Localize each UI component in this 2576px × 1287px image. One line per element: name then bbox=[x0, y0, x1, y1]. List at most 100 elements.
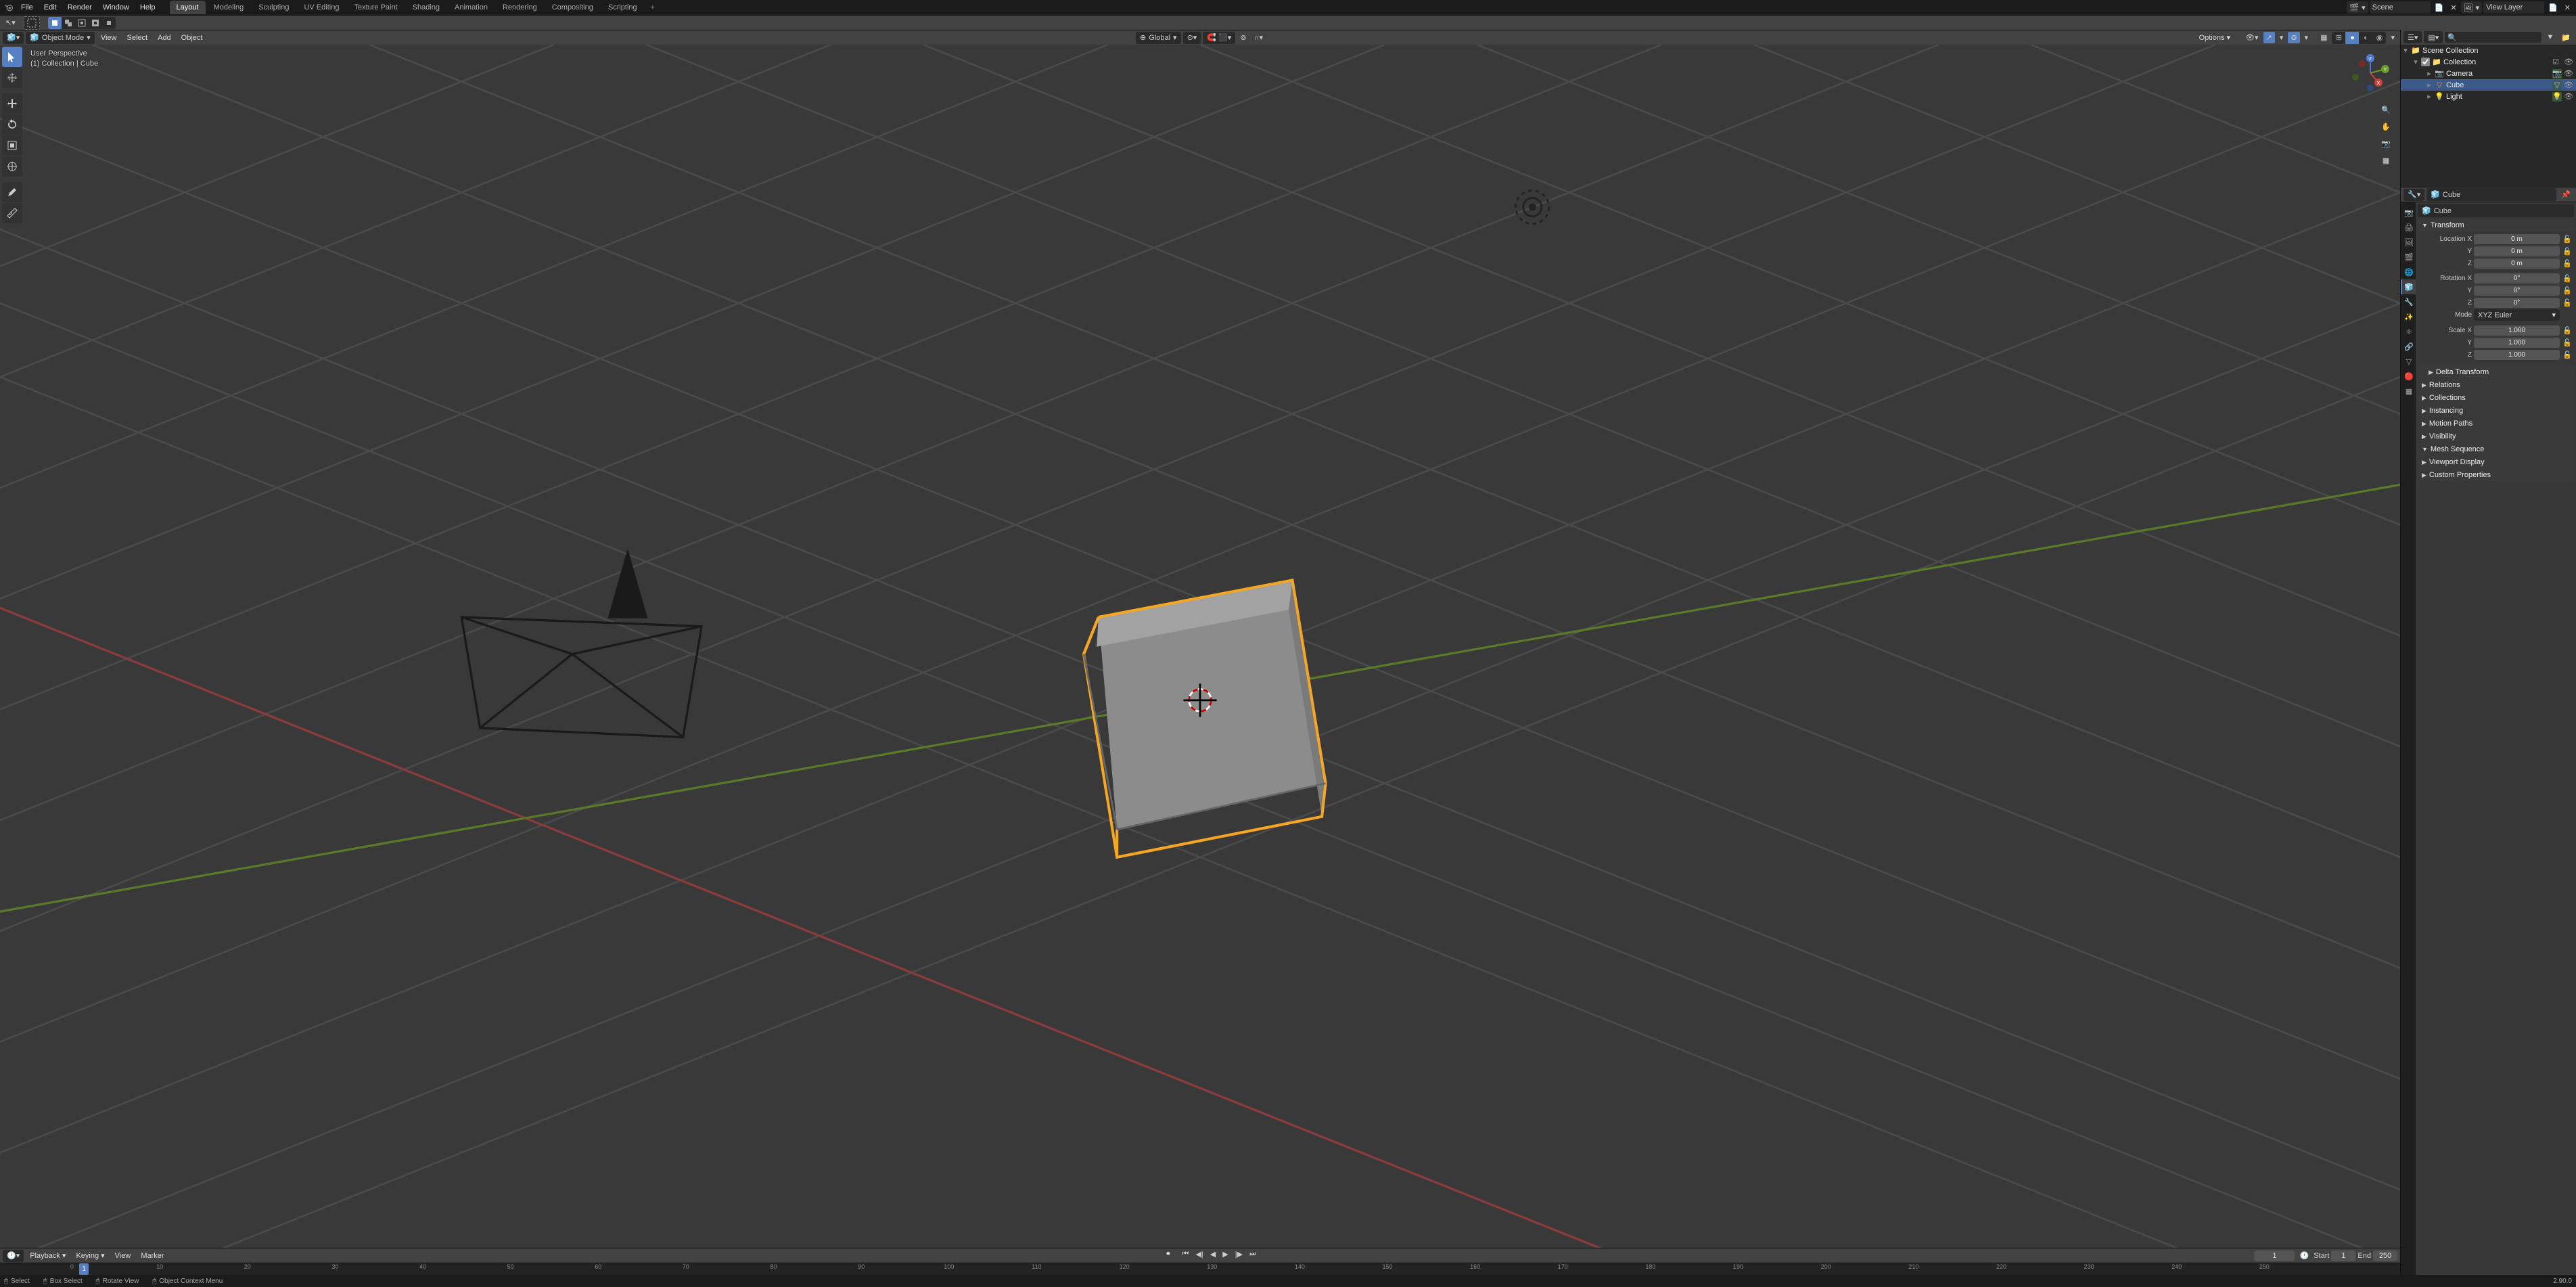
tool-annotate[interactable] bbox=[2, 182, 22, 202]
prop-tab-world[interactable]: 🌐 bbox=[2401, 265, 2416, 279]
nav-pan-button[interactable]: ✋ bbox=[2378, 119, 2393, 134]
viewlayer-name-field[interactable] bbox=[2483, 1, 2544, 14]
shading-wireframe[interactable]: ⊞ bbox=[2332, 32, 2345, 44]
editor-type-dropdown[interactable]: 🧊▾ bbox=[3, 32, 24, 44]
pivot-dropdown[interactable]: ⊙▾ bbox=[1183, 32, 1201, 44]
prop-tab-texture[interactable]: ▦ bbox=[2401, 384, 2416, 399]
hide-toggle[interactable]: 👁 bbox=[2564, 58, 2576, 66]
hide-toggle[interactable]: 👁 bbox=[2564, 81, 2576, 89]
prop-tab-physics[interactable]: ⚛ bbox=[2401, 324, 2416, 339]
hide-toggle[interactable]: 👁 bbox=[2564, 92, 2576, 101]
properties-body[interactable]: 🧊 Cube ▼Transform Location X0 m🔓 Y0 m🔓 Z… bbox=[2416, 202, 2576, 1275]
start-frame-field[interactable]: 1 bbox=[2331, 1250, 2355, 1261]
scale-y-field[interactable]: 1.000 bbox=[2474, 338, 2560, 348]
scene-name-field[interactable] bbox=[2370, 1, 2431, 14]
prop-tab-meshdata[interactable]: ▽ bbox=[2401, 354, 2416, 369]
timeline-editor-dropdown[interactable]: 🕐▾ bbox=[3, 1250, 24, 1262]
shading-dropdown[interactable]: ▾ bbox=[2388, 32, 2397, 43]
outliner-new-collection[interactable]: 📁 bbox=[2558, 32, 2573, 43]
lock-icon[interactable]: 🔓 bbox=[2562, 273, 2573, 284]
collection-enable-checkbox[interactable] bbox=[2421, 58, 2430, 66]
lock-icon[interactable]: 🔓 bbox=[2562, 297, 2573, 308]
scale-x-field[interactable]: 1.000 bbox=[2474, 325, 2560, 336]
viewport-menu-object[interactable]: Object bbox=[177, 32, 207, 44]
mode-dropdown[interactable]: 🧊 Object Mode ▾ bbox=[26, 32, 95, 44]
panel-transform-header[interactable]: ▼Transform bbox=[2418, 219, 2574, 231]
rotation-z-field[interactable]: 0° bbox=[2474, 298, 2560, 308]
scene-dropdown[interactable]: 🎬 ▾ bbox=[2347, 1, 2368, 14]
viewlayer-new-button[interactable]: 📄 bbox=[2546, 2, 2560, 14]
panel-collections[interactable]: ▶Collections bbox=[2418, 392, 2574, 404]
panel-mesh-sequence[interactable]: ▼Mesh Sequence bbox=[2418, 443, 2574, 455]
play-prev-key[interactable]: ◀| bbox=[1193, 1248, 1205, 1260]
prop-tab-render[interactable]: 📷 bbox=[2401, 205, 2416, 220]
scene-delete-button[interactable]: ✕ bbox=[2447, 2, 2459, 14]
tool-cursor-dropdown[interactable]: ↖▾ bbox=[3, 17, 18, 28]
outliner-search[interactable]: 🔍 bbox=[2445, 32, 2542, 43]
play-forward[interactable]: ▶ bbox=[1220, 1248, 1230, 1260]
lock-icon[interactable]: 🔓 bbox=[2562, 325, 2573, 336]
workspace-tab-rendering[interactable]: Rendering bbox=[496, 1, 544, 14]
tool-rotate[interactable] bbox=[2, 114, 22, 135]
outliner-item-cube[interactable]: ▸ ▽ Cube ▽ 👁 bbox=[2401, 79, 2576, 91]
viewlayer-delete-button[interactable]: ✕ bbox=[2562, 2, 2573, 14]
nav-camera-button[interactable]: 📷 bbox=[2378, 136, 2393, 151]
outliner-editor-dropdown[interactable]: ☰▾ bbox=[2404, 31, 2422, 43]
gizmo-toggle[interactable]: ↗ bbox=[2263, 32, 2275, 43]
viewport-menu-add[interactable]: Add bbox=[154, 32, 175, 44]
location-y-field[interactable]: 0 m bbox=[2474, 246, 2560, 256]
lock-icon[interactable]: 🔓 bbox=[2562, 246, 2573, 256]
scene-new-button[interactable]: 📄 bbox=[2432, 2, 2447, 14]
visibility-dropdown[interactable]: 👁▾ bbox=[2242, 32, 2261, 43]
shading-matprev[interactable]: ◐ bbox=[2359, 32, 2372, 44]
nav-zoom-button[interactable]: 🔍 bbox=[2378, 102, 2393, 117]
prop-tab-constraints[interactable]: 🔗 bbox=[2401, 339, 2416, 354]
menu-file[interactable]: File bbox=[16, 1, 38, 14]
current-frame-field[interactable]: 1 bbox=[2254, 1250, 2295, 1261]
lock-icon[interactable]: 🔓 bbox=[2562, 233, 2573, 244]
outliner-filter-button[interactable]: ▼ bbox=[2544, 32, 2556, 43]
orientation-dropdown[interactable]: ⊕ Global ▾ bbox=[1136, 32, 1181, 44]
nav-gizmo[interactable]: Z Y X bbox=[2350, 53, 2391, 93]
select-mode-extend[interactable] bbox=[62, 17, 75, 29]
3d-viewport[interactable]: User Perspective (1) Collection | Cube bbox=[0, 45, 2400, 1248]
tool-transform[interactable] bbox=[2, 156, 22, 177]
end-frame-field[interactable]: 250 bbox=[2373, 1250, 2397, 1261]
outliner-item-camera[interactable]: ▸ 📷 Camera 📷 👁 bbox=[2401, 68, 2576, 79]
proportional-falloff-dropdown[interactable]: ∩▾ bbox=[1251, 32, 1266, 43]
panel-custom-properties[interactable]: ▶Custom Properties bbox=[2418, 469, 2574, 481]
hide-toggle[interactable]: 👁 bbox=[2564, 69, 2576, 78]
rotation-x-field[interactable]: 0° bbox=[2474, 273, 2560, 284]
play-reverse[interactable]: ◀ bbox=[1208, 1248, 1218, 1260]
camera-data-icon[interactable]: 📷 bbox=[2552, 69, 2562, 78]
object-name-field[interactable]: 🧊 Cube bbox=[2418, 204, 2574, 217]
tool-measure[interactable] bbox=[2, 203, 22, 223]
properties-pin[interactable]: 📌 bbox=[2558, 189, 2573, 200]
prop-tab-output[interactable]: 🖨 bbox=[2401, 220, 2416, 235]
timeline-menu-view[interactable]: View bbox=[111, 1250, 135, 1262]
outliner-item-light[interactable]: ▸ 💡 Light 💡 👁 bbox=[2401, 91, 2576, 102]
play-jump-start[interactable]: ⏮ bbox=[1180, 1248, 1192, 1260]
prop-tab-particles[interactable]: ✨ bbox=[2401, 309, 2416, 324]
panel-visibility[interactable]: ▶Visibility bbox=[2418, 430, 2574, 443]
outliner-tree[interactable]: ▾ 📁 Scene Collection ▾ 📁 Collection ☑ 👁 bbox=[2401, 45, 2576, 187]
lock-icon[interactable]: 🔓 bbox=[2562, 349, 2573, 360]
select-mode-set[interactable] bbox=[48, 17, 62, 29]
workspace-tab-modeling[interactable]: Modeling bbox=[207, 1, 251, 14]
workspace-tab-uvediting[interactable]: UV Editing bbox=[297, 1, 346, 14]
tool-select-box[interactable] bbox=[2, 47, 22, 67]
timeline-menu-playback[interactable]: Playback ▾ bbox=[26, 1249, 70, 1262]
shading-rendered[interactable]: ◉ bbox=[2372, 32, 2386, 44]
blender-logo-icon[interactable] bbox=[3, 1, 15, 14]
properties-editor-dropdown[interactable]: 🔧▾ bbox=[2404, 189, 2424, 201]
select-tool-icon[interactable] bbox=[24, 16, 40, 30]
panel-viewport-display[interactable]: ▶Viewport Display bbox=[2418, 456, 2574, 468]
viewport-menu-select[interactable]: Select bbox=[122, 32, 152, 44]
panel-instancing[interactable]: ▶Instancing bbox=[2418, 405, 2574, 417]
outliner-scene-collection[interactable]: ▾ 📁 Scene Collection bbox=[2401, 45, 2576, 56]
prop-tab-viewlayer[interactable]: 🖼 bbox=[2401, 235, 2416, 250]
location-x-field[interactable]: 0 m bbox=[2474, 234, 2560, 244]
outliner-display-mode[interactable]: ▤▾ bbox=[2424, 31, 2443, 43]
workspace-tab-animation[interactable]: Animation bbox=[448, 1, 495, 14]
gizmo-dropdown[interactable]: ▾ bbox=[2277, 32, 2286, 43]
